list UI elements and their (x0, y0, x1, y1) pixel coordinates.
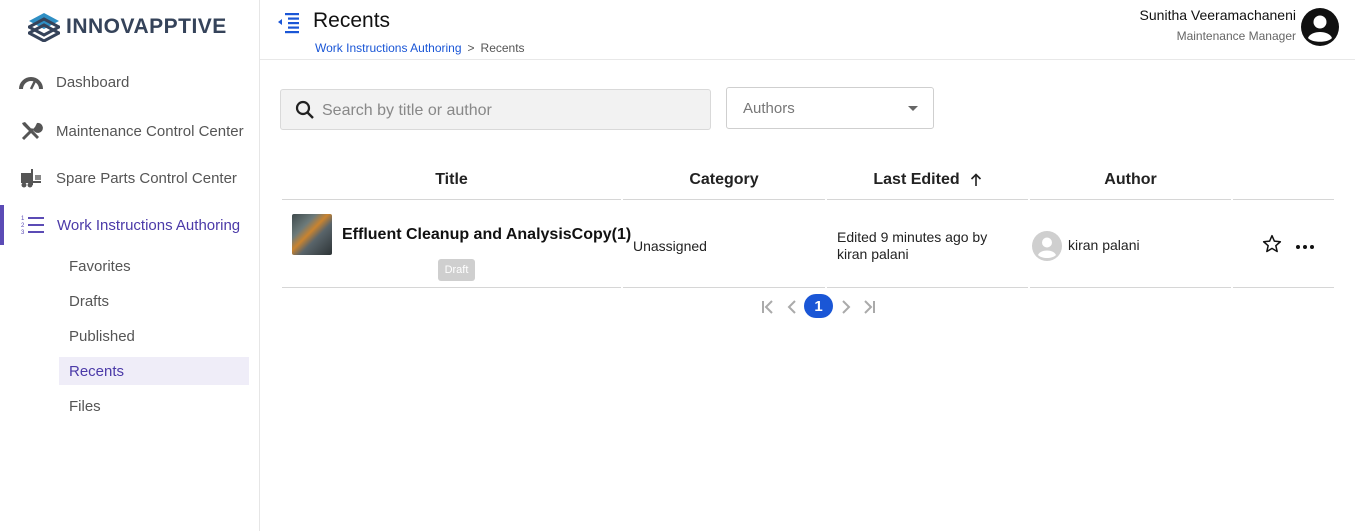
sidebar-subitem-drafts[interactable]: Drafts (59, 287, 249, 315)
collapse-menu-icon[interactable] (277, 10, 301, 34)
table-cell-actions (1233, 202, 1334, 288)
last-edited-by: kiran palani (837, 246, 909, 262)
chevron-down-icon (908, 106, 918, 111)
brand-logo[interactable]: INNOVAPPTIVE (28, 12, 227, 42)
column-header-title[interactable]: Title (282, 160, 621, 200)
sidebar-item-work-instructions-authoring[interactable]: 123 Work Instructions Authoring (0, 205, 259, 245)
sidebar-item-label: Maintenance Control Center (56, 122, 244, 140)
sidebar-subitem-files[interactable]: Files (59, 392, 249, 420)
author-avatar-icon (1032, 231, 1062, 261)
gauge-icon (18, 70, 44, 94)
user-role: Maintenance Manager (1176, 29, 1296, 43)
sidebar-item-label: Dashboard (56, 73, 130, 91)
next-page-icon[interactable] (838, 298, 854, 316)
column-header-label: Last Edited (873, 170, 960, 188)
user-avatar-icon[interactable] (1301, 8, 1339, 46)
sidebar-item-label: Work Instructions Authoring (57, 216, 241, 234)
user-name: Sunitha Veeramachaneni (1139, 7, 1296, 23)
search-icon (295, 100, 315, 125)
page-title: Recents (313, 9, 391, 32)
sidebar-item-dashboard[interactable]: Dashboard (0, 62, 259, 102)
search-placeholder: Search by title or author (322, 102, 492, 119)
page-header: Recents Work Instructions Authoring > Rece… (260, 0, 1355, 60)
document-category: Unassigned (633, 238, 707, 254)
status-badge: Draft (438, 259, 475, 281)
column-header-actions (1233, 160, 1334, 200)
search-input[interactable]: Search by title or author (280, 89, 711, 130)
sidebar: INNOVAPPTIVE Dashboard Maintenance Contr… (0, 0, 260, 531)
column-header-author[interactable]: Author (1030, 160, 1231, 200)
previous-page-icon[interactable] (784, 298, 800, 316)
document-thumbnail[interactable] (292, 214, 332, 255)
sort-ascending-icon (970, 172, 981, 186)
authors-select-label: Authors (743, 100, 795, 117)
sidebar-item-label: Spare Parts Control Center (56, 169, 237, 187)
breadcrumb-separator: > (467, 41, 475, 55)
page-number-button[interactable]: 1 (804, 294, 833, 318)
svg-text:2: 2 (21, 223, 25, 229)
author-name: kiran palani (1068, 237, 1140, 253)
numbered-list-icon: 123 (20, 213, 46, 237)
brand-name: INNOVAPPTIVE (66, 15, 227, 38)
column-header-category[interactable]: Category (623, 160, 825, 200)
tools-icon (18, 119, 44, 143)
svg-text:3: 3 (21, 230, 25, 236)
sidebar-subitem-published[interactable]: Published (59, 322, 249, 350)
authors-select[interactable]: Authors (726, 87, 934, 129)
column-header-last-edited[interactable]: Last Edited (827, 160, 1028, 200)
star-icon[interactable] (1262, 234, 1282, 254)
last-edited-text: Edited 9 minutes ago by kiran palani (837, 229, 1017, 263)
document-title[interactable]: Effluent Cleanup and AnalysisCopy(1) (342, 226, 631, 244)
last-edited-line: Edited 9 minutes ago by (837, 229, 988, 245)
breadcrumb-link-work-instructions-authoring[interactable]: Work Instructions Authoring (315, 41, 462, 55)
last-page-icon[interactable] (861, 298, 877, 316)
svg-text:1: 1 (21, 216, 25, 222)
forklift-icon (18, 166, 44, 190)
breadcrumb: Work Instructions Authoring > Recents (315, 41, 525, 55)
sidebar-subitem-recents[interactable]: Recents (59, 357, 249, 385)
sidebar-item-maintenance-control-center[interactable]: Maintenance Control Center (0, 111, 259, 151)
more-options-icon[interactable] (1295, 238, 1315, 254)
sidebar-item-spare-parts-control-center[interactable]: Spare Parts Control Center (0, 158, 259, 198)
first-page-icon[interactable] (760, 298, 776, 316)
sidebar-subitem-favorites[interactable]: Favorites (59, 252, 249, 280)
breadcrumb-current: Recents (480, 41, 525, 55)
innovapptive-logo-icon (28, 13, 60, 42)
